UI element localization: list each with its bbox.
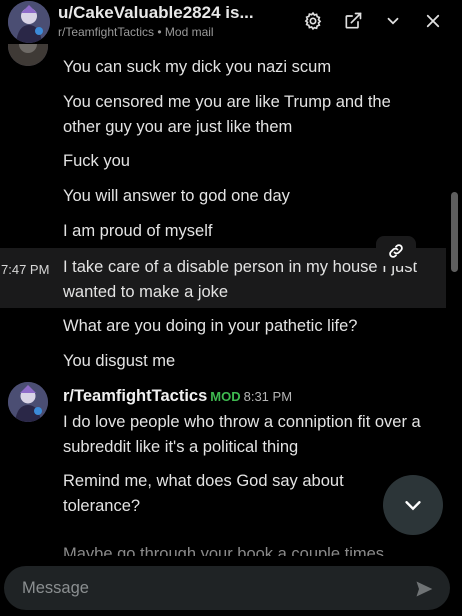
message-timestamp: 8:31 PM	[243, 389, 293, 404]
mod-sender-line: r/TeamfightTactics MOD 8:31 PM	[63, 387, 292, 406]
user-message-avatar[interactable]	[8, 44, 48, 66]
send-button[interactable]	[411, 576, 437, 602]
sender-name[interactable]: r/TeamfightTactics	[63, 387, 207, 405]
mod-badge: MOD	[210, 389, 241, 404]
chat-header: u/CakeValuable2824 is... r/TeamfightTact…	[0, 0, 462, 44]
chevron-down-icon	[405, 501, 421, 511]
message-text: I am proud of myself	[63, 222, 213, 240]
settings-gear-icon[interactable]	[300, 8, 326, 34]
conversation-title: u/CakeValuable2824 is...	[58, 3, 254, 22]
conversation-subtitle: r/TeamfightTactics • Mod mail	[58, 25, 214, 39]
message-text: You can suck my dick you nazi scum	[63, 58, 332, 76]
message-text: You disgust me	[63, 352, 176, 370]
copy-link-button[interactable]	[376, 236, 416, 266]
message-input[interactable]	[4, 566, 450, 610]
message-text: I do love people who throw a conniption …	[63, 413, 421, 456]
message-text: Remind me, what does God say about toler…	[63, 472, 344, 515]
chevron-down-icon[interactable]	[380, 8, 406, 34]
message-composer	[0, 556, 462, 616]
message-text: You will answer to god one day	[63, 187, 290, 205]
message-text: You censored me you are like Trump and t…	[63, 93, 391, 136]
scrollbar-thumb[interactable]	[451, 192, 458, 272]
mod-avatar[interactable]	[8, 382, 48, 422]
message-text: Fuck you	[63, 152, 130, 170]
message-text: I take care of a disable person in my ho…	[63, 258, 418, 301]
link-icon	[389, 244, 403, 258]
send-icon	[416, 581, 433, 597]
scroll-to-bottom-button[interactable]	[383, 475, 443, 535]
close-icon[interactable]	[420, 8, 446, 34]
message-timestamp: 7:47 PM	[1, 262, 50, 277]
message-text: What are you doing in your pathetic life…	[63, 317, 358, 335]
user-avatar[interactable]	[8, 1, 50, 43]
open-external-icon[interactable]	[340, 8, 366, 34]
